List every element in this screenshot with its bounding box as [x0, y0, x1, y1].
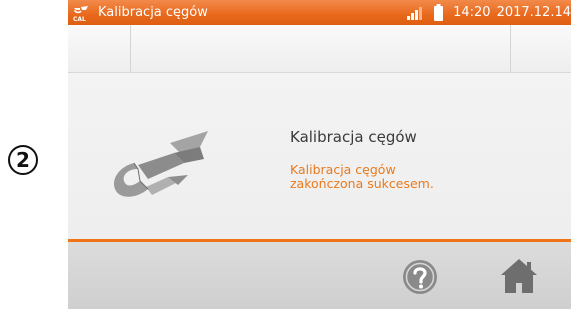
toolbar-divider: [130, 25, 131, 72]
toolbar-divider: [510, 25, 511, 72]
message-body-line: zakończona sukcesem.: [290, 176, 434, 191]
message-title: Kalibracja cęgów: [290, 128, 417, 146]
message-body: Kalibracja cęgów zakończona sukcesem.: [290, 163, 434, 191]
status-date: 2017.12.14: [496, 5, 571, 20]
page: 2 CAL Kalibracja cęgów 14:20 2017.12.14 …: [0, 0, 571, 309]
current-clamp-icon: [114, 131, 208, 197]
battery-icon: [434, 4, 444, 21]
step-number-marker: 2: [8, 145, 38, 175]
signal-strength-icon: [407, 6, 423, 20]
clamp-cal-icon: CAL: [73, 5, 88, 22]
help-button[interactable]: [401, 258, 439, 296]
home-button[interactable]: [500, 257, 538, 295]
step-number: 2: [16, 148, 30, 172]
message-panel: Kalibracja cęgów Kalibracja cęgów zakońc…: [68, 73, 571, 239]
status-time: 14:20: [453, 5, 491, 20]
status-bar: CAL Kalibracja cęgów 14:20 2017.12.14: [68, 0, 571, 25]
svg-text:CAL: CAL: [73, 16, 86, 22]
bottom-toolbar: [68, 242, 571, 309]
screen-title: Kalibracja cęgów: [98, 5, 208, 20]
message-body-line: Kalibracja cęgów: [290, 162, 396, 177]
header-toolbar: [68, 25, 571, 73]
device-screen: CAL Kalibracja cęgów 14:20 2017.12.14 Ka…: [68, 0, 571, 309]
